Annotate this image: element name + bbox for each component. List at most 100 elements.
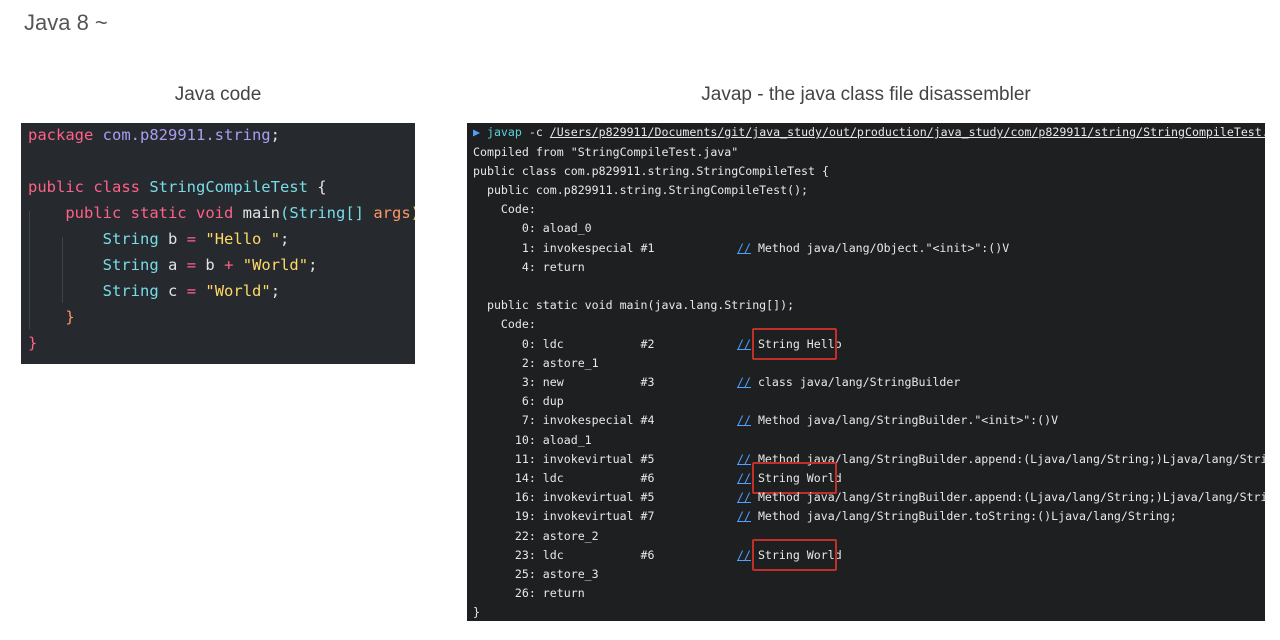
method-name: main [242,204,280,222]
terminal-line: 11: invokevirtual #5 [473,450,655,469]
terminal-line: } [473,603,480,621]
terminal-line: 7: invokespecial #4 [473,411,655,430]
terminal-panel: ▶ javap -c /Users/p829911/Documents/git/… [467,123,1265,621]
bytecode-instruction: 23: ldc #6 [473,547,655,562]
bytecode-comment: // Method java/lang/Object."<init>":()V [737,239,1009,258]
comment-marker: // [737,336,751,351]
terminal-line: public static void main(java.lang.String… [473,296,794,315]
terminal-line: 16: invokevirtual #5 [473,488,655,507]
method-sig-close: ) { [411,204,415,222]
comment-marker: // [737,547,751,562]
class-file-path[interactable]: /Users/p829911/Documents/git/java_study/… [550,125,1265,139]
bytecode-instruction: } [473,605,480,620]
bytecode-comment: // Method java/lang/StringBuilder.toStri… [737,507,1177,526]
bytecode-instruction: 7: invokespecial #4 [473,413,655,428]
type: String [102,256,159,274]
bytecode-instruction: 22: astore_2 [473,528,599,543]
terminal-line: public com.p829911.string.StringCompileT… [473,181,808,200]
var: b [168,230,178,248]
bytecode-comment: // Method java/lang/StringBuilder."<init… [737,411,1058,430]
comment-marker: // [737,451,751,466]
comment-text: class java/lang/StringBuilder [750,374,961,389]
operator: = [186,256,197,274]
bytecode-instruction: 2: astore_1 [473,355,599,370]
terminal-line: 23: ldc #6 [473,546,655,565]
brace: } [65,308,75,326]
comment-text: Method java/lang/StringBuilder.toString:… [750,509,1177,524]
code-line-outer-close: } [28,331,37,355]
prompt-arrow-icon: ▶ [473,125,480,139]
code-line-a: String a = b + "World"; [102,256,318,274]
code-line-class: public class StringCompileTest { [28,175,327,199]
terminal-line: 4: return [473,258,585,277]
keyword: public class [28,178,140,196]
method-sig: (String[] [280,204,364,222]
method-args: args [373,204,411,222]
terminal-line: 1: invokespecial #1 [473,239,655,258]
brace: { [307,178,327,196]
bytecode-comment: // Method java/lang/StringBuilder.append… [737,488,1265,507]
comment-marker: // [737,413,751,428]
var: b [205,256,215,274]
keyword: public static [65,204,187,222]
type: String [102,230,159,248]
highlight-box [752,538,837,571]
bytecode-instruction: public com.p829911.string.StringCompileT… [473,182,809,197]
code-line-inner-close: } [28,305,75,329]
bytecode-instruction: Code: [473,202,536,217]
code-line-method: public static void main(String[] args) { [28,201,415,225]
bytecode-instruction: 0: ldc #2 [473,336,655,351]
comment-marker: // [737,509,751,524]
type: String [102,282,159,300]
bytecode-instruction: 14: ldc #6 [473,470,655,485]
bytecode-instruction: public class com.p829911.string.StringCo… [473,163,829,178]
brace: } [28,334,38,352]
comment-text: Method java/lang/Object."<init>":()V [750,240,1010,255]
terminal-line: public class com.p829911.string.StringCo… [473,162,829,181]
terminal-line: Compiled from "StringCompileTest.java" [473,143,738,162]
bytecode-instruction: 26: return [473,586,585,601]
terminal-line: 22: astore_2 [473,527,599,546]
string-literal: "World" [242,256,309,274]
terminal-line: 2: astore_1 [473,354,599,373]
highlight-box [752,327,837,360]
bytecode-instruction: 11: invokevirtual #5 [473,451,655,466]
operator: = [186,230,197,248]
bytecode-instruction: Compiled from "StringCompileTest.java" [473,144,739,159]
package-name: com.p829911.string [102,126,271,144]
terminal-line: 3: new #3 [473,373,655,392]
bytecode-instruction: Code: [473,317,536,332]
bytecode-instruction: 10: aload_1 [473,432,592,447]
keyword: void [196,204,234,222]
comment-text: Method java/lang/StringBuilder.append:(L… [757,490,1265,505]
bytecode-instruction: 6: dup [473,394,564,409]
terminal-line: 25: astore_3 [473,565,599,584]
terminal-line: Code: [473,315,536,334]
var: a [168,256,178,274]
page-title: Java 8 ~ [24,10,108,35]
bytecode-instruction: 0: aload_0 [473,221,592,236]
semicolon: ; [270,126,280,144]
terminal-line: 0: ldc #2 [473,335,655,354]
terminal-line: 26: return [473,584,585,603]
code-line-b: String b = "Hello "; [102,230,290,248]
keyword: package [28,126,94,144]
javap-caption: Javap - the java class file disassembler [701,84,1031,105]
terminal-line: 19: invokevirtual #7 [473,507,655,526]
bytecode-instruction: 4: return [473,259,585,274]
operator: = [186,282,197,300]
terminal-line: 0: aload_0 [473,219,592,238]
comment-marker: // [737,490,751,505]
bytecode-instruction: 19: invokevirtual #7 [473,509,655,524]
terminal-line: 14: ldc #6 [473,469,655,488]
var: c [168,282,178,300]
bytecode-instruction: 3: new #3 [473,374,655,389]
java-code-panel: package com.p829911.string; public class… [21,123,415,364]
comment-marker: // [737,240,751,255]
bytecode-instruction: 1: invokespecial #1 [473,240,655,255]
class-name: StringCompileTest [149,178,308,196]
command-flag: -c [521,125,550,139]
terminal-line: 6: dup [473,392,564,411]
comment-text: Method java/lang/StringBuilder."<init>":… [750,413,1059,428]
bytecode-comment: // class java/lang/StringBuilder [737,373,960,392]
